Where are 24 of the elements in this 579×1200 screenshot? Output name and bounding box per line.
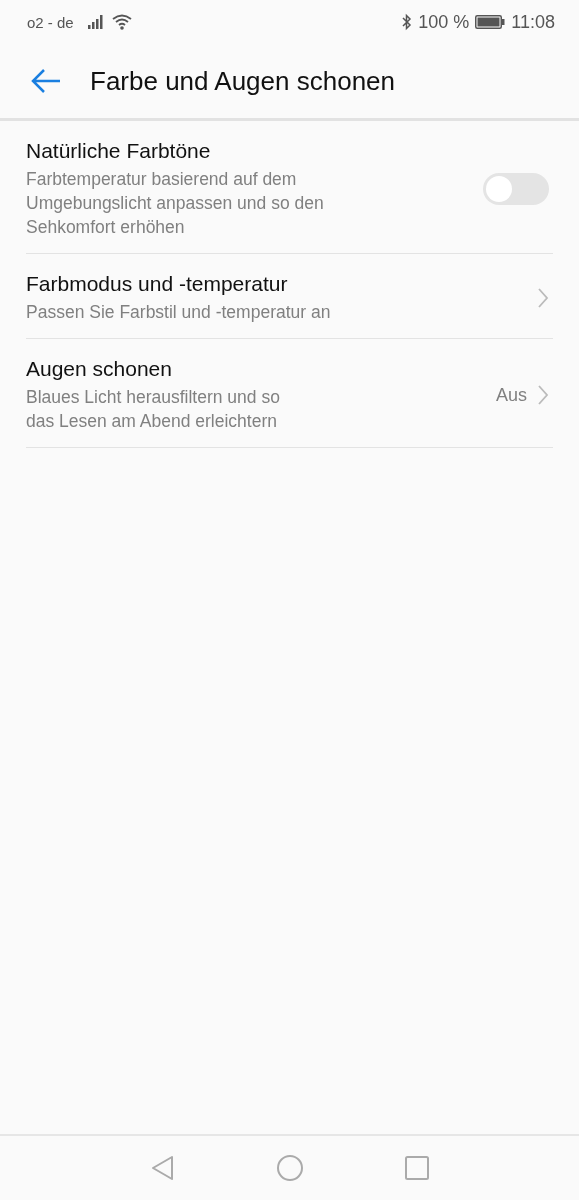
bluetooth-icon: [402, 13, 413, 31]
clock-time: 11:08: [511, 11, 555, 33]
setting-value: Aus: [495, 384, 527, 406]
signal-icon: [87, 15, 106, 29]
recents-nav-icon[interactable]: [403, 1155, 430, 1181]
settings-row[interactable]: Farbmodus und -temperatur Passen Sie Farbstil und -temperatur an: [26, 254, 553, 339]
chevron-right-icon: [537, 384, 549, 406]
settings-row[interactable]: Augen schonen Blaues Licht herausfiltern und so das Lesen am Abend erleichtern Aus: [26, 339, 553, 448]
toggle-switch[interactable]: [483, 173, 549, 205]
battery-icon: [475, 15, 506, 29]
wifi-icon: [111, 14, 132, 30]
back-nav-icon[interactable]: [149, 1154, 176, 1182]
home-nav-icon[interactable]: [275, 1154, 304, 1182]
setting-title: Natürliche Farbtöne: [26, 139, 212, 163]
setting-description: Farbtemperatur basierend auf dem Umgebungslicht anpassen und so den Sehkomfort erhöhen: [26, 168, 325, 239]
carrier-name: o2 - de: [27, 13, 74, 31]
page-title: Farbe und Augen schonen: [90, 65, 396, 97]
chevron-right-icon: [537, 287, 549, 309]
battery-percentage: 100 %: [418, 11, 470, 33]
setting-description: Blaues Licht herausfiltern und so das Lesen am Abend erleichtern: [26, 386, 281, 433]
setting-description: Passen Sie Farbstil und -temperatur an: [26, 301, 332, 324]
setting-title: Augen schonen: [26, 357, 173, 381]
settings-row[interactable]: Natürliche Farbtöne Farbtemperatur basierend auf dem Umgebungslicht anpassen und so den Sehkomfort erhöhen: [26, 121, 553, 254]
setting-title: Farbmodus und -temperatur: [26, 272, 289, 296]
